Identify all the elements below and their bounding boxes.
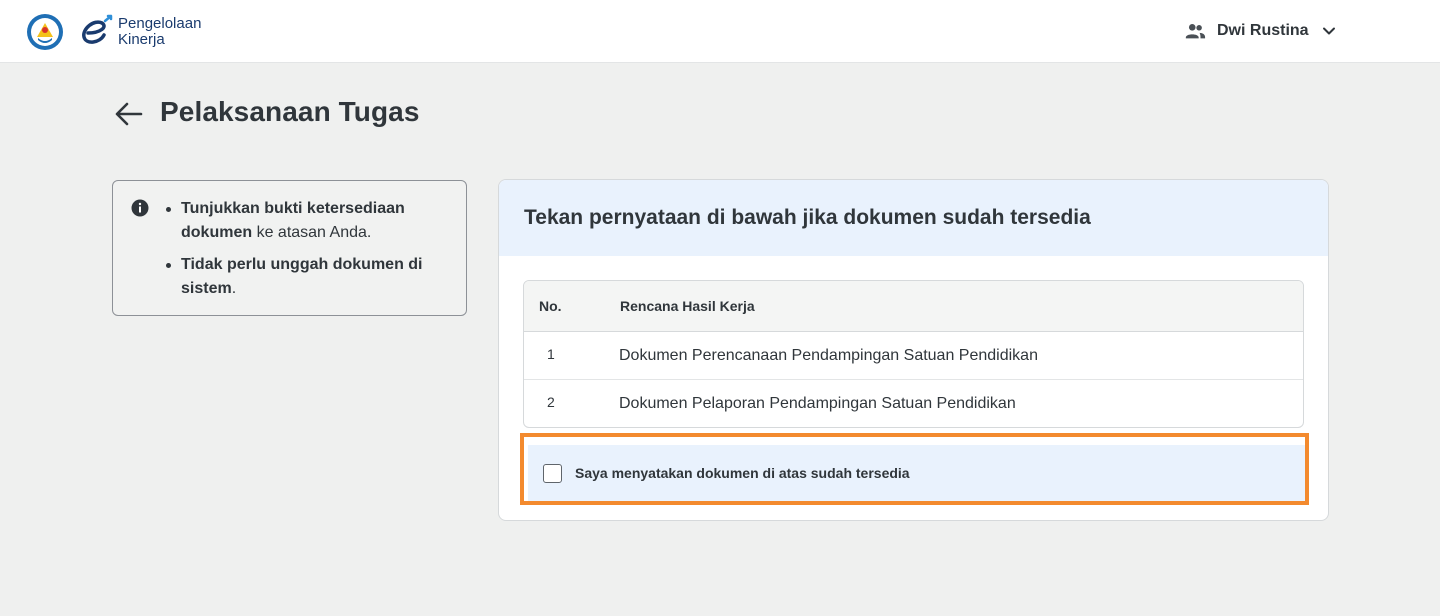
row-number: 2 <box>547 394 555 410</box>
info-item-no-upload: Tidak perlu unggah dokumen di sistem. <box>163 253 453 301</box>
column-header-rhk: Rencana Hasil Kerja <box>620 298 755 314</box>
info-box: Tunjukkan bukti ketersediaan dokumen ke … <box>112 180 467 316</box>
app-name-line1: Pengelolaan <box>118 15 202 32</box>
e-kinerja-logo-icon <box>82 14 113 44</box>
info-item-no-upload-text: . <box>231 280 237 297</box>
row-number: 1 <box>547 346 555 362</box>
info-item-show-proof-text: ke atasan Anda. <box>252 224 372 241</box>
table-row: 1 Dokumen Perencanaan Pendampingan Satua… <box>524 332 1303 380</box>
card-header: Tekan pernyataan di bawah jika dokumen s… <box>499 180 1328 256</box>
info-list: Tunjukkan bukti ketersediaan dokumen ke … <box>163 197 453 309</box>
rhk-table: No. Rencana Hasil Kerja 1 Dokumen Perenc… <box>523 280 1304 428</box>
info-icon <box>131 199 149 217</box>
statement-checkbox[interactable] <box>543 463 562 483</box>
chevron-down-icon <box>1322 27 1335 35</box>
statement-label[interactable]: Saya menyatakan dokumen di atas sudah te… <box>575 465 910 481</box>
card-title: Tekan pernyataan di bawah jika dokumen s… <box>524 206 1091 229</box>
table-header-row: No. Rencana Hasil Kerja <box>524 281 1303 332</box>
tut-wuri-handayani-emblem <box>27 14 63 50</box>
brand-logo[interactable]: Pengelolaan Kinerja <box>26 13 201 51</box>
user-menu-button[interactable]: Dwi Rustina <box>1184 18 1337 44</box>
info-item-no-upload-bold: Tidak perlu unggah dokumen di sistem <box>181 256 423 297</box>
statement-highlight-box: Saya menyatakan dokumen di atas sudah te… <box>520 433 1309 505</box>
statement-checkbox-row[interactable]: Saya menyatakan dokumen di atas sudah te… <box>528 445 1305 501</box>
app-name-line2: Kinerja <box>118 31 165 48</box>
row-rhk: Dokumen Pelaporan Pendampingan Satuan Pe… <box>619 395 1016 412</box>
document-statement-card: Tekan pernyataan di bawah jika dokumen s… <box>498 179 1329 521</box>
app-name: Pengelolaan Kinerja <box>118 16 201 48</box>
page-title: Pelaksanaan Tugas <box>160 96 420 127</box>
user-name: Dwi Rustina <box>1217 22 1309 39</box>
table-row: 2 Dokumen Pelaporan Pendampingan Satuan … <box>524 380 1303 427</box>
info-item-show-proof: Tunjukkan bukti ketersediaan dokumen ke … <box>163 197 453 245</box>
column-header-no: No. <box>539 298 562 314</box>
top-bar: Pengelolaan Kinerja Dwi Rustina <box>0 0 1440 63</box>
row-rhk: Dokumen Perencanaan Pendampingan Satuan … <box>619 347 1038 364</box>
back-arrow-icon[interactable] <box>114 99 144 129</box>
people-icon <box>1185 24 1206 39</box>
